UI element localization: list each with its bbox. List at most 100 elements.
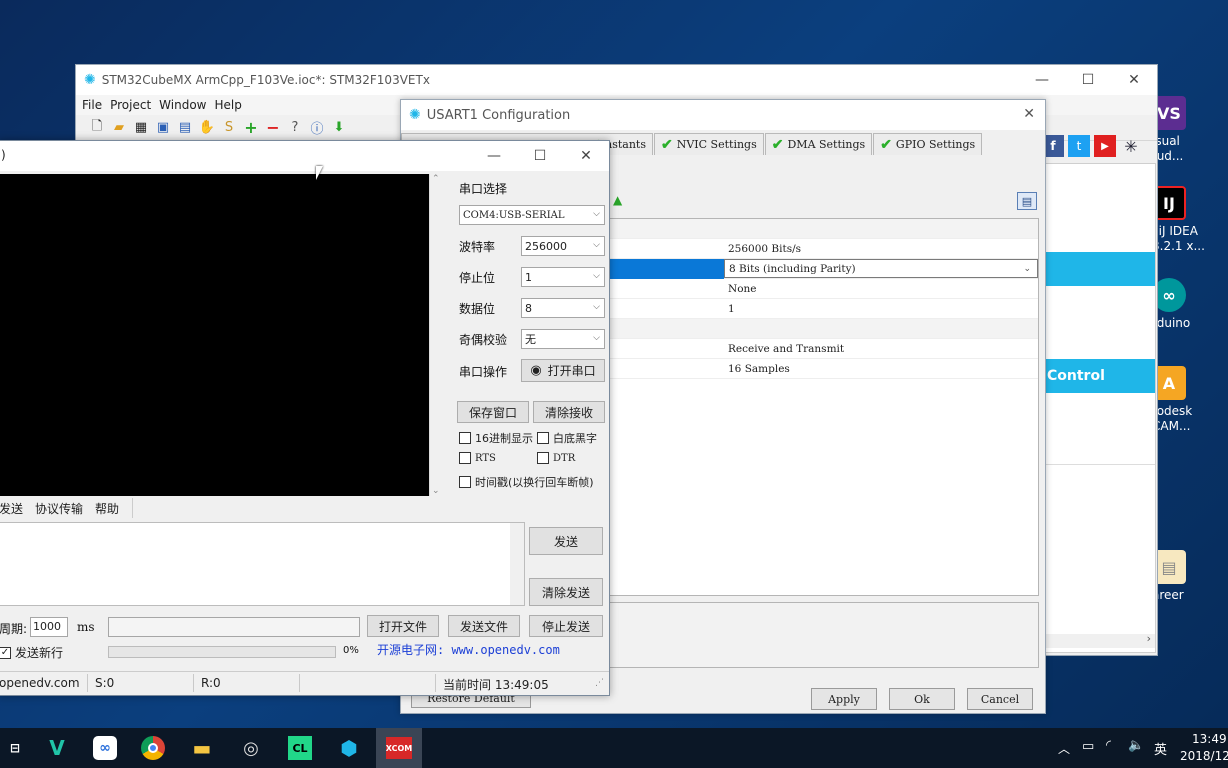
apply-button[interactable]: Apply <box>811 688 877 710</box>
desktop-icon-intellij[interactable]: IJ lliJ IDEA 3.2.1 x... <box>1152 186 1222 254</box>
clock-date[interactable]: 2018/12 <box>1180 749 1228 763</box>
desktop-icon-visual-studio[interactable]: VS isual tud... <box>1152 96 1222 164</box>
maximize-button[interactable]: ☐ <box>517 141 563 171</box>
tab-protocol[interactable]: 协议传输 <box>35 500 83 517</box>
cubemx-titlebar: ✺ STM32CubeMX ArmCpp_F103Ve.ioc*: STM32F… <box>76 65 1157 95</box>
cancel-button[interactable]: Cancel <box>967 688 1033 710</box>
file-path-input[interactable] <box>108 617 360 637</box>
sort-up-icon[interactable]: ▲ <box>613 193 622 207</box>
clear-receive-button[interactable]: 清除接收 <box>533 401 605 423</box>
add-icon[interactable]: + <box>242 118 260 137</box>
baidu-netdisk-icon[interactable]: ∞ <box>90 734 120 762</box>
desktop-icon-career[interactable]: ▤ areer <box>1152 550 1222 603</box>
send-button[interactable]: 发送 <box>529 527 603 555</box>
control-button[interactable]: Control <box>1043 359 1155 393</box>
stop-bits-select[interactable]: 1 ⌵ <box>521 267 605 287</box>
serial-assistant-taskbar-icon[interactable]: XCOM <box>376 728 422 768</box>
baud-select[interactable]: 256000 ⌵ <box>521 236 605 256</box>
clion-icon[interactable]: CL <box>285 734 315 762</box>
chrome-icon[interactable] <box>138 734 168 762</box>
file-explorer-icon[interactable]: ▬ <box>187 734 217 762</box>
port-select[interactable]: COM4:USB-SERIAL ⌵ <box>459 205 605 225</box>
menu-file[interactable]: File <box>78 98 106 112</box>
send-textarea[interactable] <box>0 522 525 606</box>
battery-icon[interactable]: ▭ <box>1082 739 1094 754</box>
close-icon[interactable]: ✕ <box>1023 106 1035 122</box>
send-scrollbar[interactable] <box>510 523 524 605</box>
status-time: 当前时间 13:49:05 <box>443 678 549 692</box>
hex-display-checkbox[interactable]: 16进制显示 <box>459 430 533 446</box>
task-view-icon[interactable]: ⊟ <box>0 734 30 762</box>
generate-icon[interactable]: ✋ <box>198 119 216 137</box>
send-tabs: 发送 协议传输 帮助 <box>0 498 133 518</box>
clear-send-button[interactable]: 清除发送 <box>529 578 603 606</box>
horizontal-scrollbar[interactable]: › <box>1043 632 1155 648</box>
send-file-button[interactable]: 发送文件 <box>448 615 520 637</box>
dtr-checkbox[interactable]: DTR <box>537 452 575 464</box>
menu-project[interactable]: Project <box>106 98 155 112</box>
close-button[interactable]: ✕ <box>1111 65 1157 95</box>
twitter-icon[interactable]: t <box>1068 135 1090 157</box>
blue-button-1[interactable] <box>1043 252 1155 286</box>
tab-gpio-settings[interactable]: ✔ GPIO Settings <box>873 133 983 155</box>
wifi-icon[interactable]: ◜ <box>1106 738 1111 753</box>
tab-dma-settings[interactable]: ✔ DMA Settings <box>764 133 873 155</box>
minimize-button[interactable]: — <box>471 141 517 171</box>
open-file-button[interactable]: 打开文件 <box>367 615 439 637</box>
scroll-up-icon[interactable]: ⌃ <box>432 174 440 184</box>
volume-icon[interactable]: 🔈 <box>1128 738 1144 753</box>
save-as-icon[interactable]: ▣ <box>154 119 172 137</box>
save-window-button[interactable]: 保存窗口 <box>457 401 529 423</box>
menu-window[interactable]: Window <box>155 98 210 112</box>
vue-icon[interactable]: V <box>42 734 72 762</box>
rts-checkbox[interactable]: RTS <box>459 452 496 464</box>
period-label: 周期: <box>0 622 28 636</box>
tab-nvic-settings[interactable]: ✔ NVIC Settings <box>654 133 764 155</box>
clock-time[interactable]: 13:49 <box>1192 732 1227 746</box>
save-icon[interactable]: ▦ <box>132 119 150 137</box>
period-input[interactable]: 1000 <box>30 617 68 637</box>
desktop-icon-arduino[interactable]: ∞ rduino <box>1152 278 1222 331</box>
tab-send[interactable]: 发送 <box>0 500 23 517</box>
resize-grip-icon[interactable]: ⋰ <box>595 678 604 688</box>
status-sent: S:0 <box>95 676 115 690</box>
save-all-icon[interactable]: ▤ <box>176 119 194 137</box>
report-icon[interactable]: S <box>220 119 238 137</box>
cubemx-app-icon: ✺ <box>84 72 96 88</box>
white-bg-checkbox[interactable]: 白底黑字 <box>537 430 597 446</box>
parity-select[interactable]: 无 ⌵ <box>521 329 605 349</box>
stop-send-button[interactable]: 停止发送 <box>529 615 603 637</box>
info-icon[interactable]: ⓘ <box>308 119 326 137</box>
new-project-icon[interactable]: 🗋 <box>88 119 106 137</box>
tab-help[interactable]: 帮助 <box>95 500 119 517</box>
remove-icon[interactable]: − <box>264 118 282 137</box>
timestamp-checkbox[interactable]: 时间戳(以换行回车断帧) <box>459 474 594 490</box>
serial-statusbar: openedv.com S:0 R:0 当前时间 13:49:05 ⋰ <box>0 671 609 695</box>
help-icon[interactable]: ? <box>286 119 304 137</box>
open-port-button[interactable]: ◉ 打开串口 <box>521 359 605 382</box>
show-hidden-icons-icon[interactable]: ︿ <box>1058 740 1070 757</box>
send-newline-checkbox[interactable]: ✓ 发送新行 <box>0 644 63 661</box>
data-bits-select[interactable]: 8 ⌵ <box>521 298 605 318</box>
network-icon[interactable]: ✳ <box>1120 135 1142 157</box>
open-folder-icon[interactable]: ▰ <box>110 119 128 137</box>
down-arrow-icon[interactable]: ⬇ <box>330 119 348 137</box>
receive-scrollbar[interactable]: ⌃ ⌄ <box>429 174 443 496</box>
progress-label: 0% <box>343 645 359 656</box>
scroll-right-icon[interactable]: › <box>1147 632 1151 645</box>
youtube-icon[interactable]: ▶ <box>1094 135 1116 157</box>
ime-indicator[interactable]: 英 <box>1154 739 1167 758</box>
cubemx-taskbar-icon[interactable]: ⬢ <box>334 734 364 762</box>
scroll-down-icon[interactable]: ⌄ <box>432 486 440 496</box>
obs-icon[interactable]: ◎ <box>236 734 266 762</box>
receive-area[interactable] <box>0 174 429 496</box>
list-view-icon[interactable]: ▤ <box>1017 192 1037 210</box>
word-length-select[interactable]: 8 Bits (including Parity) ⌄ <box>724 259 1038 278</box>
close-button[interactable]: ✕ <box>563 141 609 171</box>
menu-help[interactable]: Help <box>210 98 245 112</box>
ok-button[interactable]: Ok <box>889 688 955 710</box>
desktop-icon-autodesk[interactable]: A todesk CAM... <box>1152 366 1222 434</box>
minimize-button[interactable]: — <box>1019 65 1065 95</box>
maximize-button[interactable]: ☐ <box>1065 65 1111 95</box>
website-link[interactable]: 开源电子网: www.openedv.com <box>377 641 560 658</box>
